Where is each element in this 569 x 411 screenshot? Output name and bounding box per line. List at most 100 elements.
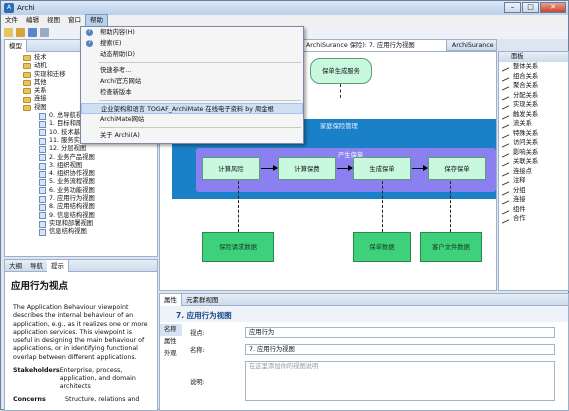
help-menu-item[interactable]: Archi官方网站 [81,76,303,87]
relation-icon [502,185,509,196]
palette-item[interactable]: 分配关系 [499,90,568,101]
process-step-2[interactable]: 计算保费 [278,157,336,180]
tab-navigator[interactable]: 导航 [26,260,47,272]
maximize-button[interactable]: □ [522,2,539,13]
help-menu-item[interactable]: 企业架构和语言 TOGAF_ArchiMate 在线电子资料 by 周金根 [81,103,303,114]
palette-item-label: 关联关系 [513,158,539,165]
tab-element-view[interactable]: 元素群视图 [182,294,223,306]
data-object-3[interactable]: 客户文件数据 [420,232,482,262]
stakeholders-key: Stakeholders [13,367,60,375]
properties-panel: 属性 元素群视图 7. 应用行为视图 名称 属性 外观 视点: 应用行为 名称: 7… [159,293,569,411]
palette-item[interactable]: 流关系 [499,119,568,129]
name-field[interactable]: 7. 应用行为视图 [245,344,555,355]
palette-item[interactable]: 聚合关系 [499,81,568,91]
palette-item-label: 组合关系 [513,72,539,80]
help-menu-item[interactable]: 搜索(E)? [81,38,303,49]
help-menu-item[interactable]: 动态帮助(D) [81,49,303,60]
palette-item[interactable]: 触发关系 [499,109,568,120]
new-model-icon[interactable] [4,28,13,37]
palette-item-label: 影响关系 [513,148,539,156]
palette-item[interactable]: 组件 [499,204,568,215]
palette-item[interactable]: 合作 [499,214,568,224]
tree-item[interactable]: 信息结构视图 [9,228,157,236]
title-bar: A Archi – □ ✕ [1,1,568,15]
data-object-2[interactable]: 保单数据 [353,232,411,262]
palette-item[interactable]: 连接点 [499,166,568,177]
tab-outline[interactable]: 大纲 [5,260,26,272]
tab-model[interactable]: 模型 [5,39,27,52]
palette-item[interactable]: 访问关系 [499,138,568,148]
tree-item-label: 5. 业务流程视图 [49,178,95,186]
palette-item[interactable]: 注释 [499,176,568,186]
tree-item[interactable]: 6. 业务功能视图 [9,187,157,195]
tree-item[interactable]: 2. 业务产品视图 [9,154,157,162]
tab-application-behaviour-view[interactable]: ArchiSurance 保险): 7. 应用行为视图 [300,39,447,51]
open-icon[interactable] [16,28,25,37]
tree-item-label: 信息结构视图 [49,228,87,236]
relation-icon [502,138,509,148]
tree-item-label: 8. 应用结构视图 [49,203,95,211]
documentation-field[interactable]: 在这里添加你的视图说明 [245,361,555,401]
tree-item[interactable]: 12. 分层视图 [9,145,157,153]
folder-icon [23,55,31,62]
application-service[interactable]: 保单生成服务 [310,58,372,84]
help-menu-item[interactable]: 关于 Archi(A) [81,130,303,141]
menu-window[interactable]: 窗口 [64,15,85,26]
trigger-arrow-3 [412,165,428,171]
view-icon [39,203,46,211]
palette-item-label: 连接点 [513,167,532,175]
help-menu-item[interactable]: 快速参考... [81,65,303,76]
tab-application-structure-view[interactable]: ArchiSurance 保险): 8. 应用结构视图 [447,40,496,51]
menu-view[interactable]: 视图 [43,15,64,26]
view-icon [39,129,46,137]
palette-item-label: 合作 [513,215,526,222]
palette-item[interactable]: 影响关系 [499,147,568,158]
palette-item[interactable]: 整体关系 [499,62,568,72]
tab-properties[interactable]: 属性 [160,293,182,306]
save-icon[interactable] [28,28,37,37]
tree-item[interactable]: 8. 应用结构视图 [9,203,157,211]
tab-hints[interactable]: 提示 [47,259,69,272]
help-menu-item[interactable]: 帮助内容(H)? [81,27,303,38]
tree-item[interactable]: 3. 组织视图 [9,162,157,170]
help-menu-item[interactable]: ArchiMate网站 [81,114,303,125]
relation-icon [502,109,509,120]
menu-edit[interactable]: 编辑 [22,15,43,26]
folder-icon [23,71,31,78]
view-icon [39,162,46,170]
palette-item[interactable]: 实现关系 [499,100,568,110]
relation-icon [502,166,509,177]
view-icon [39,121,46,129]
palette-item[interactable]: 连接 [499,195,568,205]
tree-item[interactable]: 5. 业务流程视图 [9,178,157,187]
hint-heading: 应用行为视点 [11,281,69,292]
minimize-button[interactable]: – [504,2,521,13]
section-properties[interactable]: 属性 [160,336,182,348]
palette-item[interactable]: 关联关系 [499,157,568,167]
view-icon [39,187,46,195]
undo-icon[interactable] [40,28,49,37]
section-name[interactable]: 名称 [160,324,182,336]
process-step-1[interactable]: 计算风险 [202,157,260,180]
trigger-arrow-2 [337,165,353,171]
process-step-3[interactable]: 生成保单 [353,157,411,180]
menu-file[interactable]: 文件 [1,15,22,26]
viewpoint-select[interactable]: 应用行为 [245,327,555,338]
tree-item-label: 3. 组织视图 [49,161,83,169]
hint-panel: 大纲 导航 提示 应用行为视点 The Application Behaviou… [4,259,158,411]
section-appearance[interactable]: 外观 [160,348,182,360]
tree-item[interactable]: 实现和部署视图 [9,220,157,228]
process-step-4[interactable]: 保存保单 [428,157,486,180]
palette-item[interactable]: 分组 [499,185,568,196]
help-menu-item[interactable]: 检查新版本 [81,87,303,98]
menu-bar: 文件 编辑 视图 窗口 帮助 [1,14,568,27]
hint-body: The Application Behaviour viewpoint desc… [13,304,148,361]
view-icon [39,154,46,162]
data-object-1[interactable]: 保险请求数据 [202,232,274,262]
view-icon [39,228,46,236]
palette-item[interactable]: 组合关系 [499,71,568,82]
view-icon [39,137,46,145]
close-button[interactable]: ✕ [540,2,566,13]
tree-item[interactable]: 9. 信息结构视图 [9,212,157,220]
palette-item[interactable]: 特殊关系 [499,128,568,139]
